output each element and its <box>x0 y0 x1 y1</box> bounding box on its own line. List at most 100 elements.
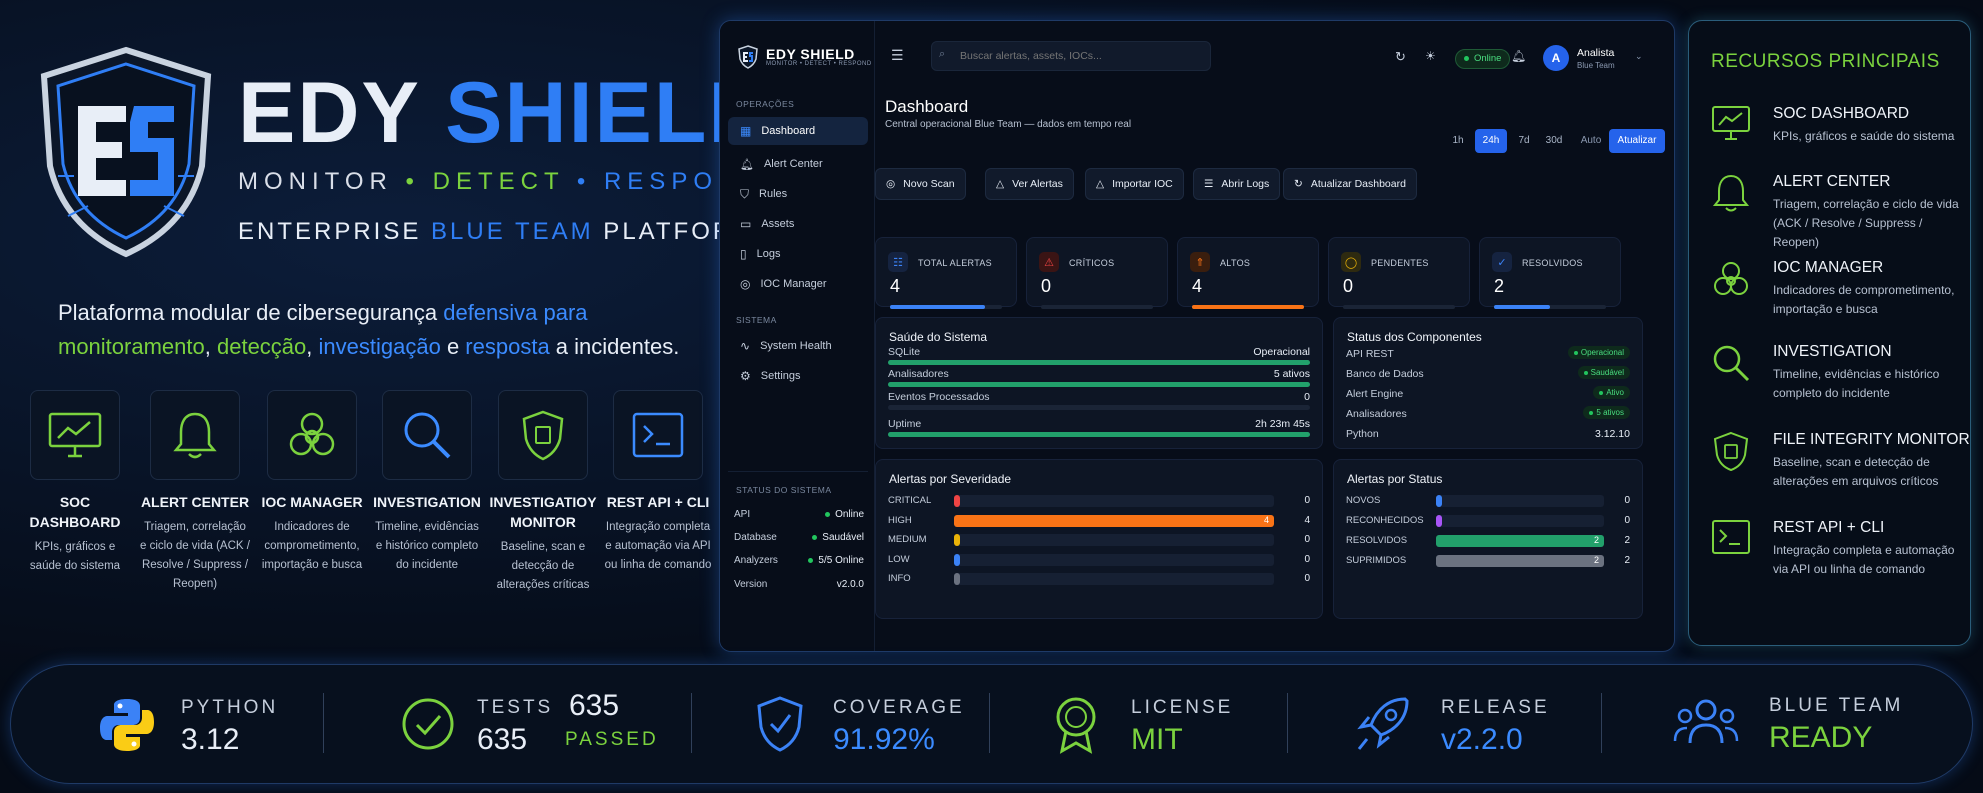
bar-value: 4 <box>1304 514 1310 526</box>
refresh-icon[interactable]: ↻ <box>1395 49 1406 65</box>
bar-row: RESOLVIDOS 2 2 <box>1346 534 1630 548</box>
list-icon: ☰ <box>1204 178 1214 190</box>
user-name: Analista <box>1577 47 1615 59</box>
magnifier-icon <box>404 412 451 459</box>
shield-file-icon <box>522 410 564 461</box>
sidebar-item-system-health[interactable]: ∿ System Health <box>728 332 868 360</box>
kpi-progress-track <box>1494 305 1606 309</box>
menu-icon[interactable]: ☰ <box>891 47 904 64</box>
sidebar-item-label: Settings <box>760 370 801 382</box>
auto-toggle[interactable]: Auto <box>1577 129 1605 153</box>
range-30d[interactable]: 30d <box>1539 129 1569 153</box>
bar-label: HIGH <box>888 514 912 526</box>
notification-bell-icon[interactable]: 🔔︎ <box>1511 49 1526 63</box>
feature-investigation: INVESTIGATION Timeline, evidências e his… <box>372 390 482 575</box>
bar-row: LOW 0 <box>888 553 1310 567</box>
component-label: Banco de Dados <box>1346 368 1424 380</box>
bar-row: MEDIUM 0 <box>888 533 1310 547</box>
sidebar-item-logs[interactable]: ▯ Logs <box>728 240 868 268</box>
component-label: Analisadores <box>1346 408 1407 420</box>
sidebar: EDY SHIELD MONITOR • DETECT • RESPOND OPE… <box>720 21 875 651</box>
page-title: Dashboard <box>885 97 969 116</box>
kpi-card: ✓ RESOLVIDOS 2 <box>1479 237 1621 309</box>
dashboard-window: EDY SHIELD MONITOR • DETECT • RESPOND OPE… <box>719 20 1675 652</box>
theme-toggle-icon[interactable]: ☀ <box>1425 49 1436 63</box>
divider <box>1287 693 1288 753</box>
bar-value: 0 <box>1304 573 1310 584</box>
shield-check-icon <box>757 696 803 752</box>
status-title: STATUS DO SISTEMA <box>736 485 832 495</box>
pulse-icon: ∿ <box>740 339 751 353</box>
health-row: Eventos Processados 0 <box>888 391 1310 403</box>
status-version: Version v2.0.0 <box>734 579 864 590</box>
kpi-progress-track <box>1041 305 1153 309</box>
sidebar-item-dashboard[interactable]: ▦ Dashboard <box>728 117 868 145</box>
section-operations: OPERAÇÕES <box>736 99 795 109</box>
platform-subtitle: ENTERPRISE BLUE TEAM PLATFORM <box>238 218 757 245</box>
view-alerts-button[interactable]: △ Ver Alertas <box>985 168 1074 200</box>
bar-fill <box>954 534 960 546</box>
open-logs-button[interactable]: ☰ Abrir Logs <box>1193 168 1281 200</box>
sidebar-item-rules[interactable]: ⛉ Rules <box>728 180 868 208</box>
bar-row: HIGH 4 4 <box>888 514 1310 528</box>
app-logo[interactable]: EDY SHIELD MONITOR • DETECT • RESPOND <box>738 45 872 69</box>
avatar[interactable]: A <box>1543 45 1569 71</box>
bar-fill <box>954 573 960 585</box>
stats-bar: PYTHON 3.12 TESTS 635 635 PASSED COVERAG… <box>10 664 1973 784</box>
refresh-dashboard-button[interactable]: ↻ Atualizar Dashboard <box>1283 168 1417 200</box>
sidebar-item-settings[interactable]: ⚙ Settings <box>728 362 868 390</box>
divider <box>691 693 692 753</box>
sidebar-item-ioc-manager[interactable]: ◎ IOC Manager <box>728 270 868 298</box>
health-label: Analisadores <box>888 368 949 380</box>
feature-ioc-manager: IOC MANAGER Indicadores de comprometimen… <box>257 390 367 575</box>
biohazard-icon <box>1714 262 1748 295</box>
sidebar-item-assets[interactable]: ▭ Assets <box>728 210 868 238</box>
health-row: Uptime 2h 23m 45s <box>888 418 1310 430</box>
health-fill <box>888 432 1310 437</box>
terminal-icon <box>632 412 684 458</box>
status-badge: Saudável <box>1577 366 1630 379</box>
divider <box>728 471 868 472</box>
status-badge: 5 ativos <box>1583 406 1630 419</box>
python-icon <box>100 699 154 751</box>
app-logo-name: EDY SHIELD <box>766 46 855 62</box>
bar-row: CRITICAL 0 <box>888 494 1310 508</box>
sidebar-item-alert-center[interactable]: 🔔︎ Alert Center <box>728 150 868 178</box>
new-scan-button[interactable]: ◎ Novo Scan <box>875 168 966 200</box>
bar-inner-value: 2 <box>1594 555 1600 565</box>
update-button[interactable]: Atualizar <box>1609 129 1665 153</box>
health-fill <box>888 360 1310 365</box>
chevron-down-icon[interactable]: ⌄ <box>1635 51 1643 62</box>
component-label: Alert Engine <box>1346 388 1404 400</box>
bar-row: NOVOS 0 <box>1346 494 1630 508</box>
sidebar-item-label: Rules <box>759 188 788 200</box>
search-input[interactable] <box>931 41 1211 71</box>
status-api: API Online <box>734 509 864 520</box>
component-row: Banco de Dados Saudável <box>1346 366 1630 380</box>
card-title: Alertas por Status <box>1347 472 1443 486</box>
range-1h[interactable]: 1h <box>1445 129 1471 153</box>
component-row: Alert Engine Ativo <box>1346 386 1630 400</box>
health-label: Uptime <box>888 418 922 430</box>
status-badge: Operacional <box>1567 346 1630 359</box>
range-7d[interactable]: 7d <box>1511 129 1537 153</box>
edy-shield-logo <box>40 46 212 258</box>
import-ioc-button[interactable]: △ Importar IOC <box>1085 168 1184 200</box>
file-icon: ▯ <box>740 247 747 261</box>
magnifier-icon <box>1713 345 1750 382</box>
bar-track <box>1436 495 1604 507</box>
range-24h[interactable]: 24h <box>1475 129 1507 153</box>
bar-inner-value: 4 <box>1264 514 1270 525</box>
kpi-progress-track <box>1343 305 1455 309</box>
bar-value: 0 <box>1304 534 1310 545</box>
bar-row: RECONHECIDOS 0 <box>1346 514 1630 528</box>
resource-soc-dashboard: SOC DASHBOARD KPIs, gráficos e saúde do s… <box>1711 105 1961 146</box>
feature-title: INVESTIGATIOY MONITOR <box>489 494 597 530</box>
health-value: 0 <box>1304 391 1310 403</box>
kpi-value: 4 <box>890 276 901 296</box>
feature-title: REST API + CLI <box>606 494 710 510</box>
status-chart-card: Alertas por Status NOVOS 0 RECONHECIDOS 0 RE… <box>1333 459 1643 619</box>
bar-row: SUPRIMIDOS 2 2 <box>1346 554 1630 568</box>
hero-description: Plataforma modular de cibersegurança def… <box>58 300 680 359</box>
kpi-label: TOTAL ALERTAS <box>918 258 992 268</box>
